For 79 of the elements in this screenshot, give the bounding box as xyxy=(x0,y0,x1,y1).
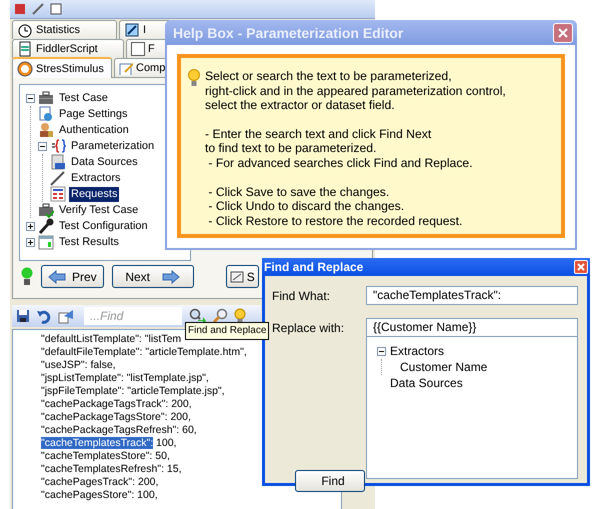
help-text: Select or search the text to be parameterized, right-click and in the appeared parameterization control, select the extractor or dataset field. xyxy=(205,69,506,113)
nav-button[interactable]: Prev xyxy=(41,265,104,288)
code-line: "useJSP": false, xyxy=(41,359,116,372)
tree-item[interactable]: Data Sources xyxy=(390,376,463,390)
tree-item[interactable]: Authentication xyxy=(57,122,131,138)
close-button[interactable] xyxy=(574,260,588,274)
right-arrow-icon xyxy=(162,270,180,284)
find-button[interactable]: Find xyxy=(295,470,365,492)
find-field[interactable]: ...Find xyxy=(84,307,182,325)
toolbar-icon xyxy=(14,3,26,15)
lightbulb-icon xyxy=(187,69,201,87)
code-line: "cachePagesStore": 100, xyxy=(41,489,158,502)
code-line: "jspListTemplate": "listTemplate.jsp", xyxy=(41,372,209,385)
code-line: "cacheTemplatesStore": 50, xyxy=(41,450,170,463)
braces-icon xyxy=(50,138,66,154)
tab[interactable]: FiddlerScript xyxy=(12,39,124,58)
tab[interactable]: Statistics xyxy=(12,20,117,39)
edit-icon xyxy=(119,61,133,75)
tree-item[interactable]: Test Results xyxy=(57,234,121,250)
field-label: Find What: xyxy=(272,288,332,302)
tooltip: Find and Replace xyxy=(185,322,270,340)
undo-icon xyxy=(36,308,52,324)
collapse-icon[interactable] xyxy=(377,346,386,356)
replace-with-field[interactable]: {{Customer Name}} xyxy=(366,318,578,337)
briefcase-icon xyxy=(38,90,54,106)
find-what-field[interactable]: "cacheTemplatesTrack": xyxy=(366,286,578,305)
code-line: "cacheTemplatesTrack": 100, xyxy=(41,437,176,450)
tree-item[interactable]: Page Settings xyxy=(57,106,130,122)
tree-item[interactable]: Test Case xyxy=(57,90,110,106)
collapse-icon[interactable] xyxy=(26,94,35,102)
code-line: "cachePackageTagsTrack": 200, xyxy=(41,398,192,411)
help-text: - Click Save to save the changes. - Click Undo to discard the changes. - Click Restore to restore the recorded request. xyxy=(207,184,464,228)
nav-button[interactable]: Next xyxy=(112,265,194,288)
pen-icon xyxy=(32,3,44,15)
close-icon xyxy=(558,28,568,38)
nav-button[interactable]: S xyxy=(226,265,259,288)
code-line: "cachePagesTrack": 200, xyxy=(41,476,158,489)
tree-item[interactable]: Test Configuration xyxy=(57,218,150,234)
logo-icon xyxy=(17,60,33,76)
lightbulb-icon xyxy=(21,266,33,286)
save-icon xyxy=(16,309,30,323)
tree-item[interactable]: Data Sources xyxy=(69,154,140,170)
code-line: "jspFileTemplate": "articleTemplate.jsp", xyxy=(41,385,225,398)
help-text: - Enter the search text and click Find Next to find text to be parameterized. - For advanced searches click Find and Replace. xyxy=(205,126,474,171)
close-icon xyxy=(577,263,585,271)
collapse-icon[interactable] xyxy=(38,142,47,150)
code-line: "cachePackageTagsRefresh": 60, xyxy=(41,424,197,437)
tree-item[interactable]: Customer Name xyxy=(400,360,488,374)
code-line: "cacheTemplatesRefresh": 15, xyxy=(41,463,182,476)
search-icon xyxy=(212,308,228,324)
briefcase-check-icon xyxy=(38,202,54,218)
lightbulb-icon xyxy=(234,308,246,324)
list-icon xyxy=(50,186,66,202)
code-line: "defaultFileTemplate": "articleTemplate.htm", xyxy=(41,346,247,359)
tree-item[interactable]: Extractors xyxy=(390,344,444,358)
script-icon xyxy=(17,41,33,57)
tree-item[interactable]: Parameterization xyxy=(69,138,156,154)
close-button[interactable] xyxy=(553,22,573,42)
tree-item[interactable]: Requests xyxy=(69,186,120,202)
checkbox-icon xyxy=(131,42,145,56)
stopwatch-icon xyxy=(17,22,33,38)
field-label: Replace with: xyxy=(272,320,346,334)
window-title: Find and Replace xyxy=(264,260,364,274)
code-line: "cachePackageTagsStore": 200, xyxy=(41,411,191,424)
restore-icon xyxy=(58,308,74,324)
pen-icon xyxy=(50,170,66,186)
expand-icon[interactable] xyxy=(26,238,35,246)
page-icon xyxy=(50,3,62,15)
left-arrow-icon xyxy=(48,270,66,284)
wrench-icon xyxy=(38,218,54,234)
database-icon xyxy=(50,154,66,170)
expand-icon[interactable] xyxy=(26,222,35,230)
tree-item[interactable]: Extractors xyxy=(69,170,123,186)
code-line: "defaultListTemplate": "listTem xyxy=(41,333,182,346)
find-next-icon xyxy=(188,308,206,324)
page-icon xyxy=(38,106,54,122)
tab[interactable]: StresStimulus xyxy=(12,57,112,78)
user-icon xyxy=(38,122,54,138)
tree-item[interactable]: Verify Test Case xyxy=(57,202,140,218)
